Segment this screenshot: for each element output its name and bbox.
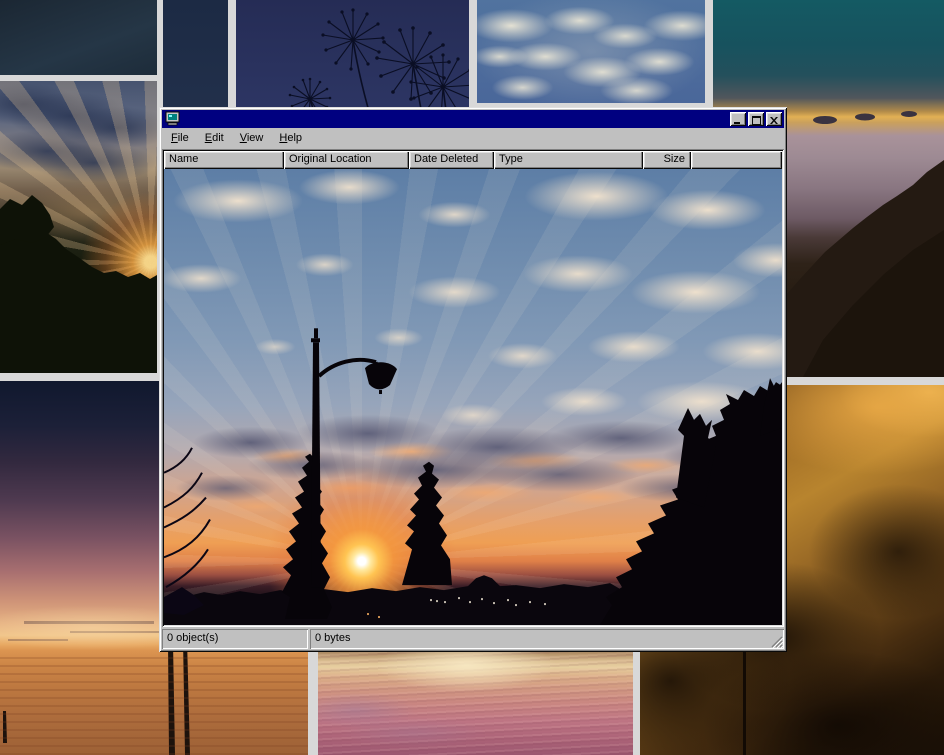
explorer-window[interactable]: File Edit View Help Name Original Locati… — [159, 107, 787, 652]
desktop: File Edit View Help Name Original Locati… — [0, 0, 944, 755]
file-list-view[interactable]: Name Original Location Date Deleted Type… — [162, 149, 784, 627]
status-object-count: 0 object(s) — [162, 629, 308, 649]
column-header-date-deleted[interactable]: Date Deleted — [409, 151, 494, 169]
maximize-icon — [752, 116, 761, 125]
column-headers: Name Original Location Date Deleted Type… — [164, 151, 782, 169]
treeline-silhouette-art — [0, 81, 157, 373]
titlebar[interactable] — [162, 110, 784, 128]
minimize-button[interactable] — [730, 112, 746, 126]
menu-help[interactable]: Help — [271, 130, 310, 147]
menu-view[interactable]: View — [232, 130, 272, 147]
column-header-original-location[interactable]: Original Location — [284, 151, 409, 169]
resize-grip-icon[interactable] — [770, 635, 783, 648]
column-header-size[interactable]: Size — [643, 151, 691, 169]
wallpaper-sun-rays-over-trees — [0, 81, 157, 373]
column-header-name[interactable]: Name — [164, 151, 284, 169]
menu-edit[interactable]: Edit — [197, 130, 232, 147]
photo-foreground-silhouettes — [164, 169, 782, 625]
menubar: File Edit View Help — [162, 128, 784, 149]
minimize-icon — [734, 117, 742, 124]
column-header-type[interactable]: Type — [494, 151, 643, 169]
computer-icon — [165, 111, 181, 127]
menu-file[interactable]: File — [163, 130, 197, 147]
close-button[interactable] — [766, 112, 782, 126]
folder-view-photo-area[interactable] — [164, 169, 782, 625]
status-size: 0 bytes — [310, 629, 784, 649]
wallpaper-altocumulus-blue-sky — [477, 0, 705, 103]
maximize-button[interactable] — [748, 112, 764, 126]
statusbar: 0 object(s) 0 bytes — [162, 629, 784, 649]
wallpaper-dark-dusk-sky — [0, 0, 157, 75]
water-texture — [0, 651, 308, 755]
column-header-spacer — [691, 151, 782, 169]
close-icon — [770, 117, 778, 124]
